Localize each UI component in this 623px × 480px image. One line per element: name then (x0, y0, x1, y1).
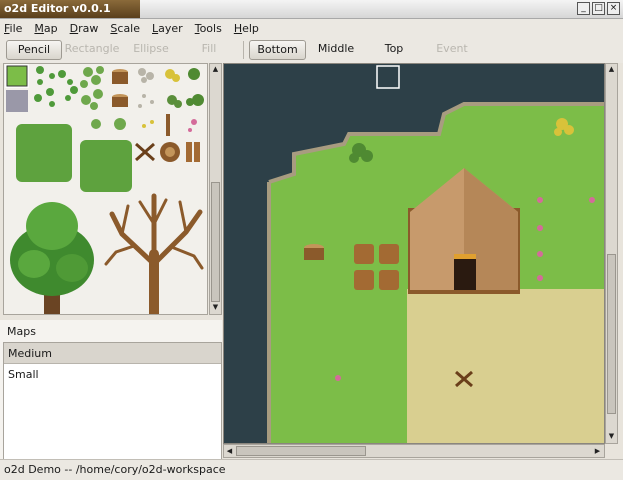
menu-tools[interactable]: Tools (195, 22, 222, 35)
bush-tile[interactable] (80, 140, 132, 192)
window-titlebar: o2d Editor v0.0.1 _ □ × (0, 0, 623, 19)
menu-map[interactable]: Map (34, 22, 57, 35)
map-horizontal-scroll-thumb[interactable] (236, 446, 366, 456)
rectangle-button[interactable]: Rectangle (64, 40, 120, 60)
scroll-right-icon[interactable]: ▶ (592, 446, 603, 457)
menu-draw[interactable]: Draw (70, 22, 99, 35)
map-vertical-scrollbar[interactable]: ▲ ▼ (605, 63, 618, 444)
layer-bottom-button[interactable]: Bottom (249, 40, 306, 60)
bush-tile[interactable] (16, 124, 72, 182)
maps-header: Maps (7, 325, 36, 338)
stone-tile[interactable] (6, 90, 28, 112)
layer-event-button[interactable]: Event (424, 40, 480, 60)
campfire-tile[interactable] (135, 142, 155, 162)
map-horizontal-scrollbar[interactable]: ◀ ▶ (223, 444, 605, 458)
menu-file[interactable]: File (4, 22, 22, 35)
layer-top-button[interactable]: Top (366, 40, 422, 60)
tile-palette[interactable] (3, 63, 208, 315)
scroll-up-icon[interactable]: ▲ (210, 64, 221, 75)
scroll-left-icon[interactable]: ◀ (224, 446, 235, 457)
selected-tile[interactable] (5, 64, 29, 88)
menu-help[interactable]: Help (234, 22, 259, 35)
scroll-down-icon[interactable]: ▼ (606, 431, 617, 442)
maximize-button[interactable]: □ (592, 2, 605, 15)
toolbar: Pencil Rectangle Ellipse Fill Bottom Mid… (0, 37, 623, 63)
palette-scroll-thumb[interactable] (211, 182, 220, 302)
layer-middle-button[interactable]: Middle (308, 40, 364, 60)
map-item-medium[interactable]: Medium (4, 343, 221, 364)
menu-scale[interactable]: Scale (110, 22, 140, 35)
scroll-down-icon[interactable]: ▼ (210, 302, 221, 313)
map-view[interactable] (224, 64, 605, 444)
green-tree-tile[interactable] (10, 202, 94, 314)
stump-object (304, 244, 324, 260)
maps-panel: Maps Medium Small (0, 320, 222, 460)
menu-bar: File Map Draw Scale Layer Tools Help (0, 19, 623, 37)
fill-button[interactable]: Fill (182, 40, 236, 60)
status-bar: o2d Demo -- /home/cory/o2d-workspace (0, 459, 623, 480)
map-vertical-scroll-thumb[interactable] (607, 254, 616, 414)
window-title: o2d Editor v0.0.1 (0, 0, 140, 18)
palette-scrollbar[interactable]: ▲ ▼ (209, 63, 222, 315)
dead-tree-tile[interactable] (104, 193, 204, 314)
pencil-button[interactable]: Pencil (6, 40, 62, 60)
maps-list[interactable]: Medium Small (3, 342, 222, 460)
close-button[interactable]: × (607, 2, 620, 15)
scroll-up-icon[interactable]: ▲ (606, 64, 617, 75)
ellipse-button[interactable]: Ellipse (124, 40, 178, 60)
tileset-image[interactable] (4, 64, 208, 315)
toolbar-separator (243, 41, 244, 59)
map-item-small[interactable]: Small (4, 364, 221, 385)
stump-tiles[interactable] (112, 69, 128, 107)
minimize-button[interactable]: _ (577, 2, 590, 15)
map-canvas[interactable] (223, 63, 605, 444)
menu-layer[interactable]: Layer (152, 22, 183, 35)
sand-area (407, 289, 604, 443)
